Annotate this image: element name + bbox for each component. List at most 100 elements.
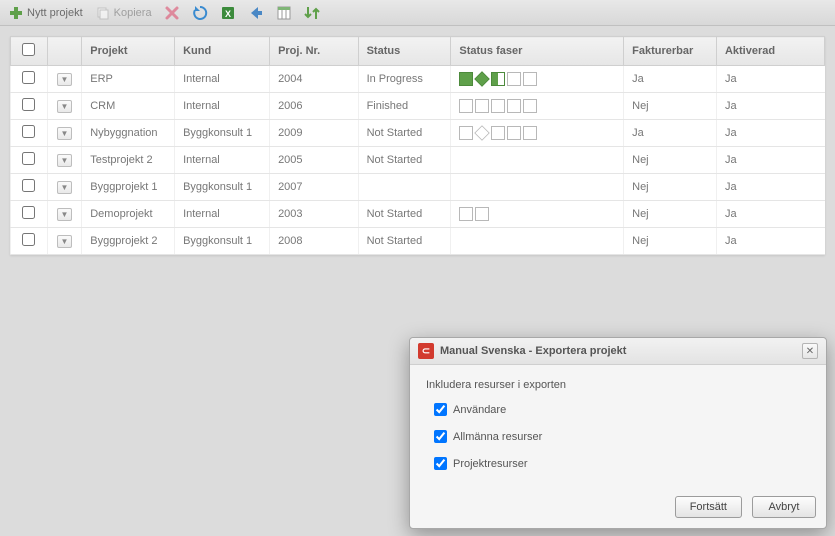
export-option-checkbox[interactable] bbox=[434, 403, 447, 416]
status-cell: Not Started bbox=[358, 201, 451, 228]
refresh-icon bbox=[192, 5, 208, 21]
export-excel-button[interactable]: X bbox=[218, 3, 238, 23]
row-checkbox[interactable] bbox=[22, 233, 35, 246]
columns-icon bbox=[276, 5, 292, 21]
continue-button[interactable]: Fortsätt bbox=[675, 496, 742, 518]
row-menu-button[interactable]: ▼ bbox=[57, 235, 72, 248]
proj-nr-cell: 2003 bbox=[270, 201, 359, 228]
plus-icon bbox=[8, 5, 24, 21]
status-cell: Finished bbox=[358, 93, 451, 120]
row-menu-cell: ▼ bbox=[47, 228, 82, 255]
export-option[interactable]: Användare bbox=[434, 403, 810, 416]
table-row[interactable]: ▼Testprojekt 2Internal2005Not StartedNej… bbox=[11, 147, 825, 174]
customer-cell: Byggkonsult 1 bbox=[175, 228, 270, 255]
activated-cell: Ja bbox=[716, 147, 824, 174]
copy-icon bbox=[95, 5, 111, 21]
row-menu-button[interactable]: ▼ bbox=[57, 127, 72, 140]
phase-box bbox=[507, 126, 521, 140]
table-row[interactable]: ▼Byggprojekt 1Byggkonsult 12007NejJa bbox=[11, 174, 825, 201]
phase-box bbox=[459, 99, 473, 113]
row-menu-button[interactable]: ▼ bbox=[57, 181, 72, 194]
activated-cell: Ja bbox=[716, 228, 824, 255]
row-menu-cell: ▼ bbox=[47, 66, 82, 93]
table-row[interactable]: ▼NybyggnationByggkonsult 12009Not Starte… bbox=[11, 120, 825, 147]
new-project-label: Nytt projekt bbox=[27, 7, 83, 19]
export-option-label: Projektresurser bbox=[453, 458, 528, 470]
export-option-label: Allmänna resurser bbox=[453, 431, 542, 443]
phase-box bbox=[523, 99, 537, 113]
phases-cell bbox=[451, 201, 624, 228]
status-cell: Not Started bbox=[358, 228, 451, 255]
phase-box bbox=[459, 207, 473, 221]
row-checkbox[interactable] bbox=[22, 125, 35, 138]
arrow-left-icon bbox=[248, 5, 264, 21]
activated-cell: Ja bbox=[716, 66, 824, 93]
columns-button[interactable] bbox=[274, 3, 294, 23]
status-cell: Not Started bbox=[358, 120, 451, 147]
status-cell bbox=[358, 174, 451, 201]
phase-box bbox=[475, 207, 489, 221]
phases-cell bbox=[451, 93, 624, 120]
header-status[interactable]: Status bbox=[358, 37, 451, 66]
phase-box bbox=[523, 72, 537, 86]
dialog-body: Inkludera resurser i exporten AnvändareA… bbox=[410, 365, 826, 490]
customer-cell: Internal bbox=[175, 147, 270, 174]
row-checkbox[interactable] bbox=[22, 71, 35, 84]
billable-cell: Nej bbox=[624, 201, 717, 228]
phase-box bbox=[459, 126, 473, 140]
row-checkbox-cell bbox=[11, 120, 48, 147]
header-project[interactable]: Projekt bbox=[82, 37, 175, 66]
header-customer[interactable]: Kund bbox=[175, 37, 270, 66]
row-checkbox[interactable] bbox=[22, 206, 35, 219]
project-cell: Nybyggnation bbox=[82, 120, 175, 147]
table-row[interactable]: ▼DemoprojektInternal2003Not StartedNejJa bbox=[11, 201, 825, 228]
table-row[interactable]: ▼ERPInternal2004In ProgressJaJa bbox=[11, 66, 825, 93]
billable-cell: Nej bbox=[624, 93, 717, 120]
proj-nr-cell: 2007 bbox=[270, 174, 359, 201]
row-menu-button[interactable]: ▼ bbox=[57, 154, 72, 167]
header-status-phases[interactable]: Status faser bbox=[451, 37, 624, 66]
export-option[interactable]: Allmänna resurser bbox=[434, 430, 810, 443]
select-all-checkbox[interactable] bbox=[22, 43, 35, 56]
row-menu-button[interactable]: ▼ bbox=[57, 100, 72, 113]
dialog-buttons: Fortsätt Avbryt bbox=[410, 490, 826, 528]
delete-button bbox=[162, 3, 182, 23]
row-checkbox[interactable] bbox=[22, 179, 35, 192]
export-option-checkbox[interactable] bbox=[434, 430, 447, 443]
sort-button[interactable] bbox=[302, 3, 322, 23]
row-checkbox[interactable] bbox=[22, 98, 35, 111]
activated-cell: Ja bbox=[716, 120, 824, 147]
export-option[interactable]: Projektresurser bbox=[434, 457, 810, 470]
header-dropdown-cell bbox=[47, 37, 82, 66]
phase-box bbox=[475, 125, 490, 140]
header-activated[interactable]: Aktiverad bbox=[716, 37, 824, 66]
row-checkbox-cell bbox=[11, 228, 48, 255]
dialog-title: Manual Svenska - Exportera projekt bbox=[440, 345, 796, 357]
table-row[interactable]: ▼Byggprojekt 2Byggkonsult 12008Not Start… bbox=[11, 228, 825, 255]
copy-button: Kopiera bbox=[93, 3, 154, 23]
export-arrow-button[interactable] bbox=[246, 3, 266, 23]
phase-box bbox=[491, 99, 505, 113]
header-proj-nr[interactable]: Proj. Nr. bbox=[270, 37, 359, 66]
refresh-button[interactable] bbox=[190, 3, 210, 23]
dialog-close-button[interactable]: ✕ bbox=[802, 343, 818, 359]
row-menu-button[interactable]: ▼ bbox=[57, 208, 72, 221]
export-dialog: ⊂ Manual Svenska - Exportera projekt ✕ I… bbox=[409, 337, 827, 529]
customer-cell: Byggkonsult 1 bbox=[175, 174, 270, 201]
customer-cell: Byggkonsult 1 bbox=[175, 120, 270, 147]
row-menu-button[interactable]: ▼ bbox=[57, 73, 72, 86]
export-option-checkbox[interactable] bbox=[434, 457, 447, 470]
new-project-button[interactable]: Nytt projekt bbox=[6, 3, 85, 23]
proj-nr-cell: 2004 bbox=[270, 66, 359, 93]
table-row[interactable]: ▼CRMInternal2006FinishedNejJa bbox=[11, 93, 825, 120]
customer-cell: Internal bbox=[175, 93, 270, 120]
phase-box bbox=[491, 126, 505, 140]
dialog-titlebar[interactable]: ⊂ Manual Svenska - Exportera projekt ✕ bbox=[410, 338, 826, 365]
brand-icon: ⊂ bbox=[418, 343, 434, 359]
header-billable[interactable]: Fakturerbar bbox=[624, 37, 717, 66]
row-menu-cell: ▼ bbox=[47, 120, 82, 147]
project-cell: CRM bbox=[82, 93, 175, 120]
row-checkbox[interactable] bbox=[22, 152, 35, 165]
phases-cell bbox=[451, 228, 624, 255]
cancel-button[interactable]: Avbryt bbox=[752, 496, 816, 518]
